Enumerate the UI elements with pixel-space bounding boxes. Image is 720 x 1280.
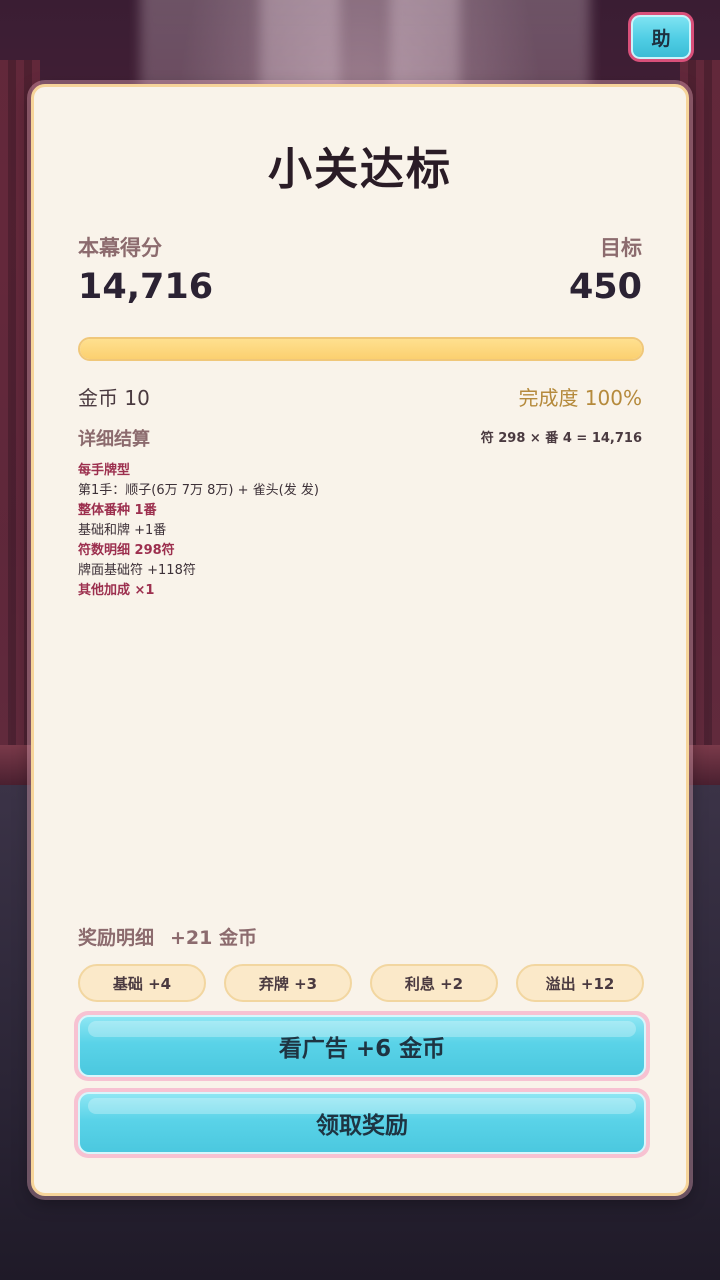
page-title: 小关达标 — [268, 144, 452, 195]
reward-total: +21 金币 — [170, 927, 257, 949]
claim-reward-button-face: 领取奖励 — [78, 1092, 646, 1154]
detail-heading: 详细结算 — [78, 429, 150, 450]
reward-heading-label: 奖励明细 — [78, 927, 155, 949]
progress-bar — [78, 337, 644, 361]
target-label: 目标 — [600, 236, 642, 260]
score-breakdown: 每手牌型 第1手：顺子(6万 7万 8万) + 雀头(发 发) 整体番种 1番 … — [78, 461, 638, 601]
help-button[interactable]: 助 — [628, 12, 694, 62]
reward-chips: 基础 +4 弃牌 +3 利息 +2 溢出 +12 — [78, 964, 644, 1002]
watch-ad-button-face: 看广告 +6 金币 — [78, 1015, 646, 1077]
reward-chip-overflow: 溢出 +12 — [516, 964, 644, 1002]
claim-reward-button-label: 领取奖励 — [316, 1113, 408, 1139]
score-label: 本幕得分 — [78, 236, 162, 260]
gold-balance: 金币 10 — [78, 386, 150, 410]
progress-bar-fill — [80, 339, 642, 359]
breakdown-line: 每手牌型 — [78, 463, 131, 478]
score-value: 14,716 — [78, 267, 214, 307]
watch-ad-button[interactable]: 看广告 +6 金币 — [74, 1011, 650, 1081]
score-formula: 符 298 × 番 4 = 14,716 — [480, 431, 642, 446]
reward-chip-interest: 利息 +2 — [370, 964, 498, 1002]
reward-chip-base: 基础 +4 — [78, 964, 206, 1002]
help-button-label: 助 — [631, 15, 691, 59]
breakdown-line: 牌面基础符 +118符 — [78, 563, 196, 578]
breakdown-line: 其他加成 ×1 — [78, 583, 155, 598]
result-panel: 小关达标 本幕得分 目标 14,716 450 金币 10 完成度 100% 详… — [31, 84, 689, 1196]
reward-heading: 奖励明细 +21 金币 — [78, 923, 257, 950]
completion-percent: 完成度 100% — [518, 386, 642, 410]
claim-reward-button[interactable]: 领取奖励 — [74, 1088, 650, 1158]
breakdown-line: 基础和牌 +1番 — [78, 523, 167, 538]
target-value: 450 — [568, 267, 642, 307]
watch-ad-button-label: 看广告 +6 金币 — [278, 1036, 446, 1062]
breakdown-line: 符数明细 298符 — [78, 543, 175, 558]
reward-chip-discard: 弃牌 +3 — [224, 964, 352, 1002]
breakdown-line: 第1手：顺子(6万 7万 8万) + 雀头(发 发) — [78, 483, 319, 498]
breakdown-line: 整体番种 1番 — [78, 503, 157, 518]
